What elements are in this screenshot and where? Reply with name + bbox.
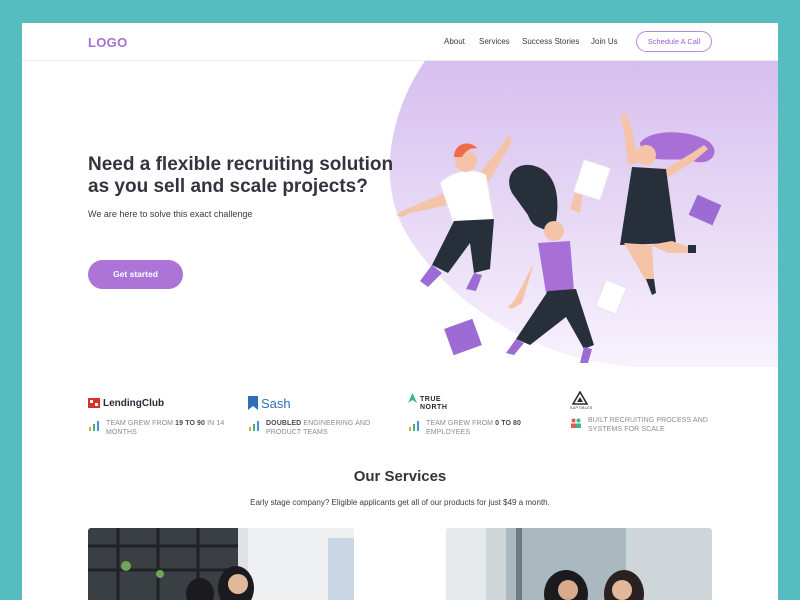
nav-link-join-us[interactable]: Join Us: [591, 37, 618, 46]
services-subtitle: Early stage company? Eligible applicants…: [250, 498, 550, 507]
saptibles-triangle-icon: [572, 391, 588, 405]
services-title: Our Services: [353, 468, 447, 485]
true-north-wordmark-line2: NORTH: [420, 404, 448, 411]
get-started-button[interactable]: Get started: [88, 260, 183, 289]
true-north-wordmark-line1: TRUE: [420, 396, 442, 403]
sash-wordmark: Sash: [261, 395, 291, 411]
sash-bookmark-icon: [248, 396, 258, 410]
client-true-north: TRUE NORTH Team grew from 0 to 80 employ…: [408, 393, 558, 437]
growth-chart-icon: [409, 421, 419, 431]
nav-link-services[interactable]: Services: [479, 37, 510, 46]
folder-purple-right: [688, 194, 722, 226]
saptibles-stat: Built recruiting process and systems for…: [588, 417, 709, 433]
true-north-arrow-icon: [408, 393, 417, 403]
sash-logo: Sash: [248, 393, 398, 413]
jumping-people-illustration: [396, 113, 722, 363]
growth-chart-icon: [89, 421, 99, 431]
schedule-call-button[interactable]: Schedule A Call: [636, 31, 712, 52]
folder-purple-left: [444, 318, 482, 356]
saptibles-wordmark: SAPTIBLES: [570, 406, 593, 410]
true-north-stat: Team grew from 0 to 80 employees: [426, 420, 522, 436]
service-photo-left: [88, 528, 354, 600]
page-frame: LOGO About Services Success Stories Join…: [22, 23, 778, 600]
client-lendingclub: LendingClub Team grew from 19 to 90 in 1…: [88, 393, 238, 437]
client-saptibles: SAPTIBLES Built recruiting process and s…: [570, 391, 720, 434]
lendingclub-wordmark: LendingClub: [103, 397, 165, 409]
paper-sheet-2: [594, 279, 628, 315]
true-north-logo: TRUE NORTH: [408, 393, 558, 413]
lendingclub-stat: Team grew from 19 to 90 in 14 months: [106, 420, 225, 436]
sash-stat: Doubled engineering and product teams: [266, 420, 371, 436]
hero-subtitle: We are here to solve this exact challeng…: [88, 209, 253, 219]
top-nav: LOGO About Services Success Stories Join…: [22, 23, 778, 61]
team-icon: [571, 418, 581, 428]
saptibles-logo: SAPTIBLES: [570, 391, 720, 410]
client-sash: Sash Doubled engineering and product tea…: [248, 393, 398, 437]
nav-link-about[interactable]: About: [444, 37, 465, 46]
service-photo-right: [446, 528, 712, 600]
jumping-man-figure: [396, 135, 512, 291]
lendingclub-icon: [88, 398, 100, 408]
logo[interactable]: LOGO: [88, 35, 127, 50]
lendingclub-logo: LendingClub: [88, 393, 238, 413]
growth-chart-icon: [249, 421, 259, 431]
hero-title: Need a flexible recruiting solution as y…: [88, 154, 394, 197]
nav-link-success-stories[interactable]: Success Stories: [522, 37, 579, 46]
